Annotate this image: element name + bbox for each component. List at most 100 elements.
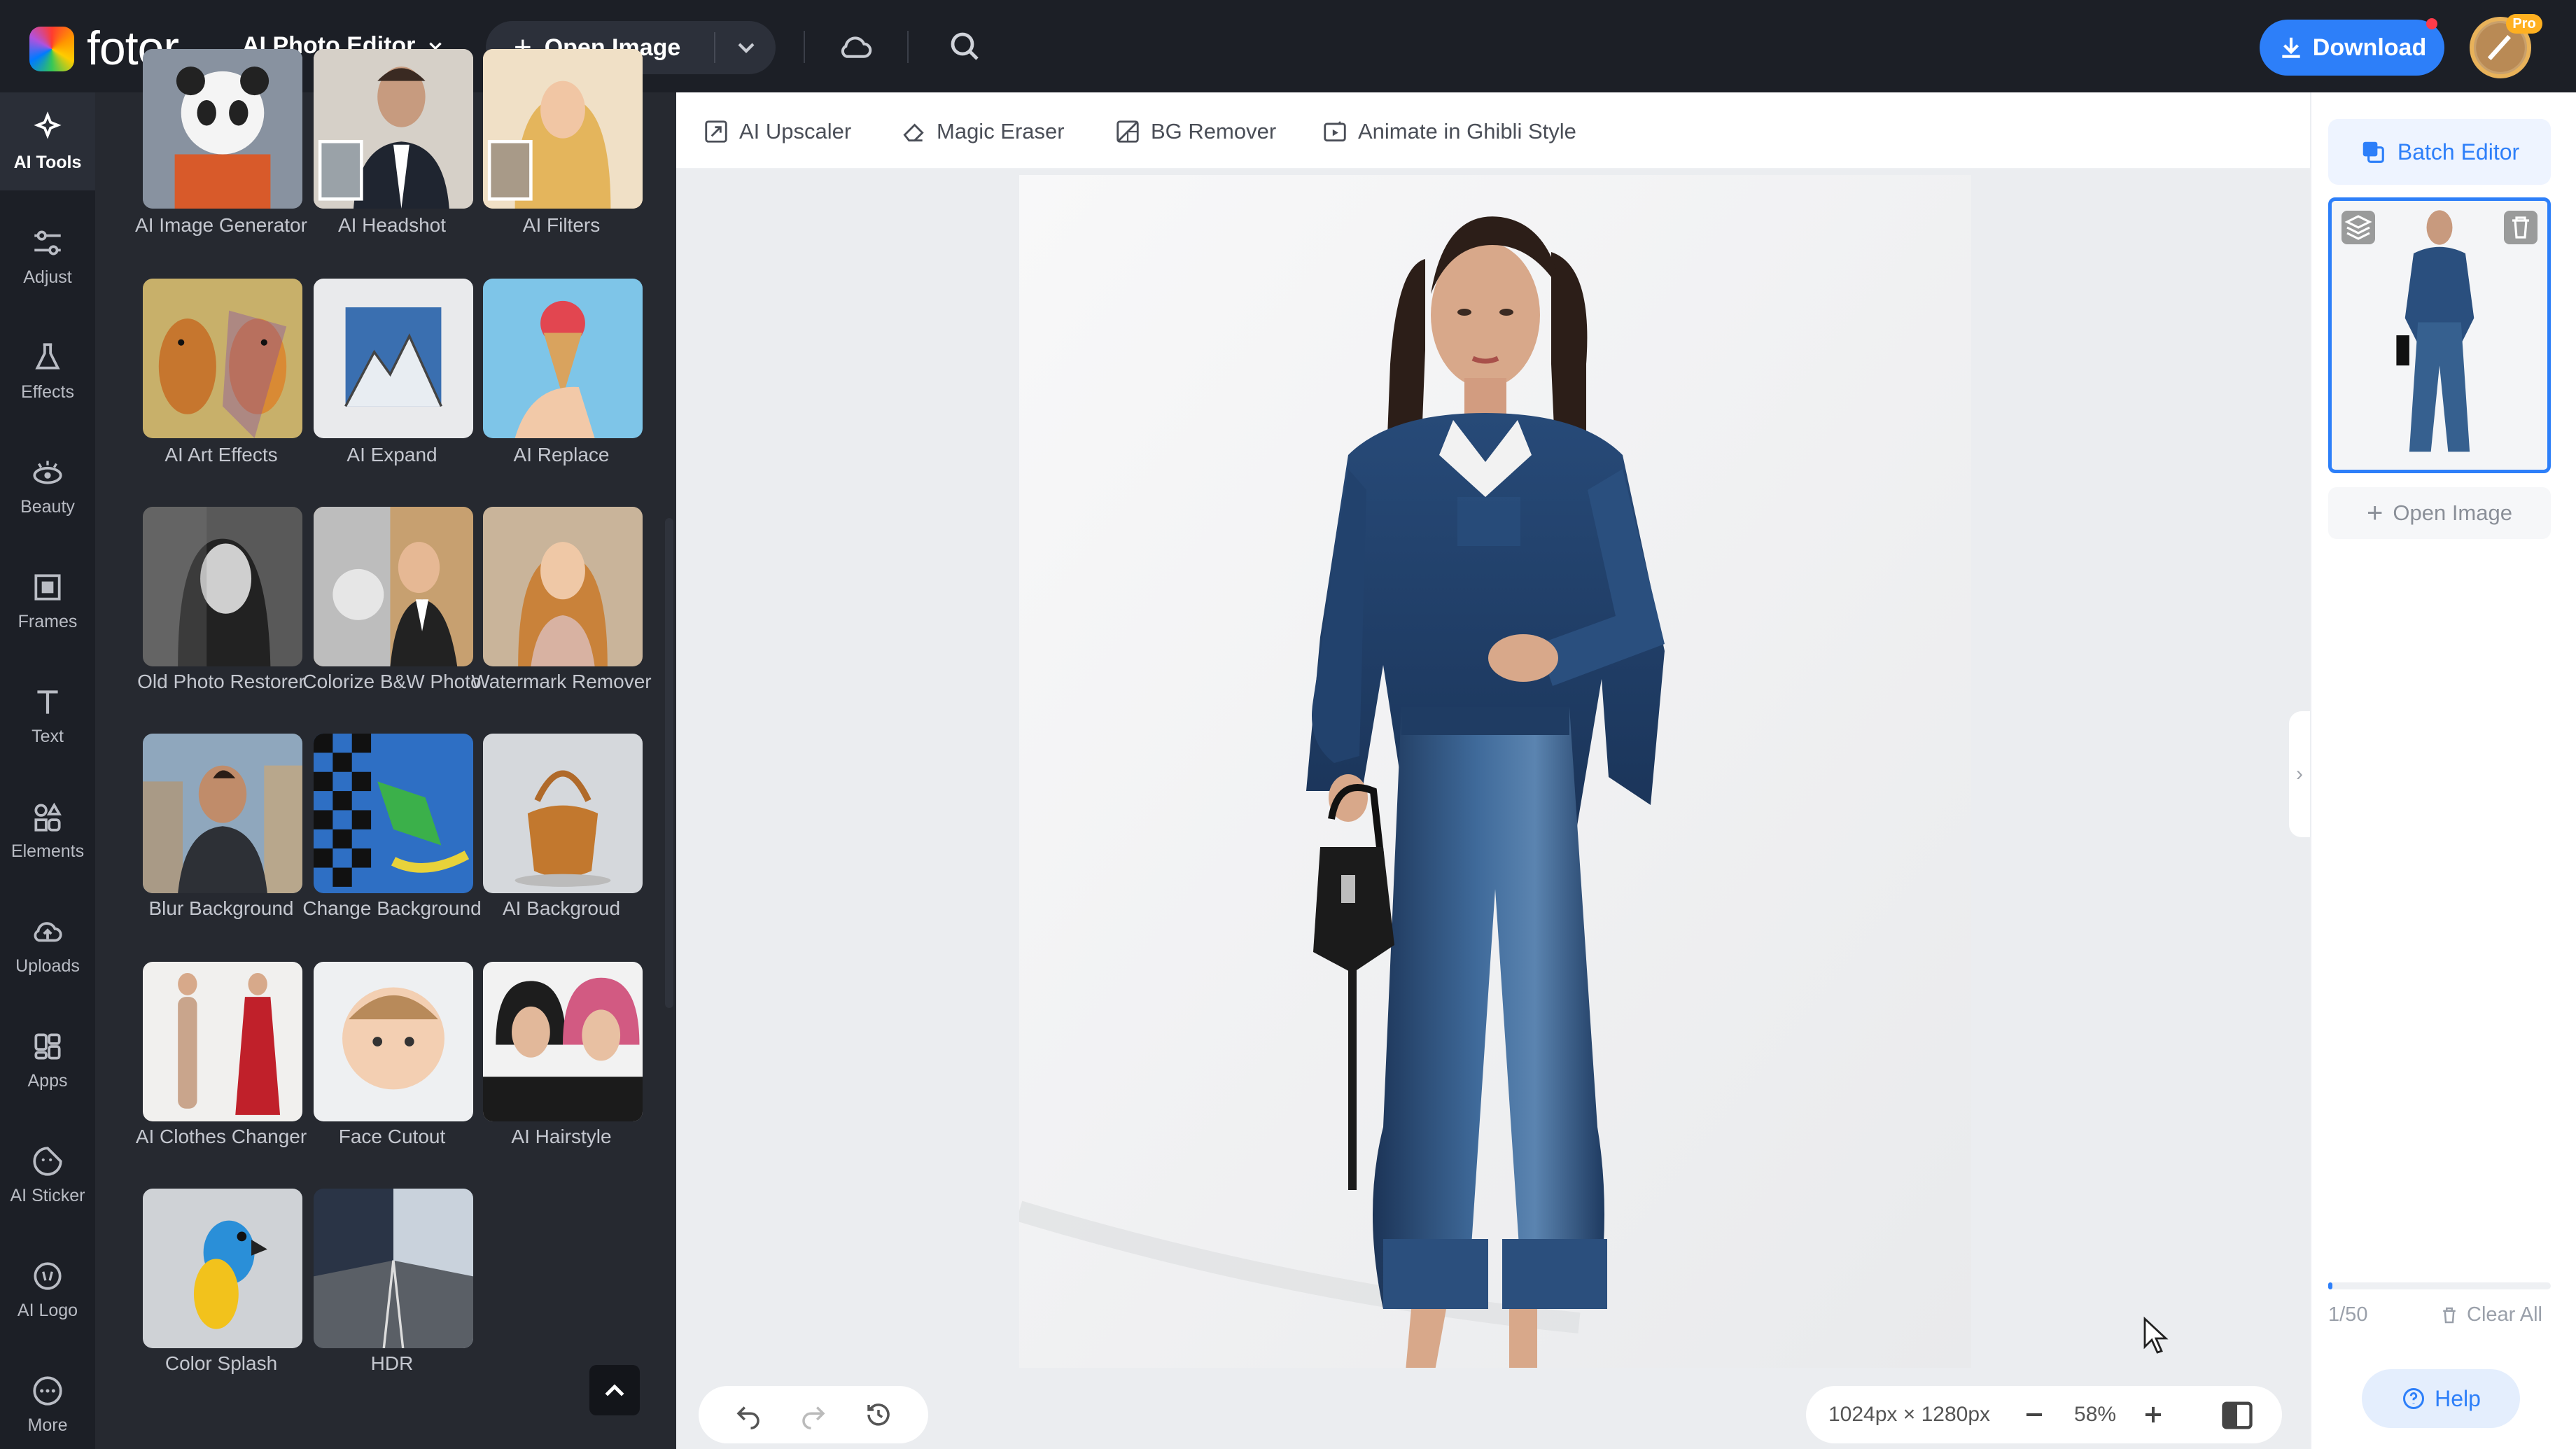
sticker-icon [33, 1146, 62, 1176]
eraser-icon [903, 123, 924, 142]
layers-icon[interactable] [2342, 211, 2375, 244]
tool-hdr[interactable] [314, 1189, 473, 1348]
tool-ai-replace[interactable] [483, 279, 643, 438]
change-thumb [314, 734, 473, 893]
tool-label: Colorize B&W Photo [302, 671, 482, 692]
ai-upscaler-button[interactable]: AI Upscaler [703, 116, 851, 147]
download-button[interactable]: Download [2260, 20, 2444, 76]
tool-ai-clothes-changer[interactable] [143, 962, 302, 1121]
upload-progress [2328, 1282, 2551, 1289]
add-image-label: Open Image [2393, 500, 2512, 525]
tool-ai-hairstyle[interactable] [483, 962, 643, 1121]
progress-fill [2328, 1282, 2333, 1289]
redo-icon[interactable] [799, 1400, 828, 1429]
tool-change-background[interactable] [314, 734, 473, 893]
undo-icon[interactable] [734, 1400, 763, 1429]
chevron-right-icon: › [2296, 762, 2303, 785]
zoom-controls: 1024px × 1280px 58% [1806, 1386, 2282, 1443]
rail-item-more[interactable]: More [0, 1355, 95, 1449]
bg-remover-button[interactable]: BG Remover [1114, 116, 1276, 147]
tool-blur-background[interactable] [143, 734, 302, 893]
more-icon [33, 1376, 62, 1406]
tool-label: Change Background [302, 897, 482, 919]
tool-label: Watermark Remover [471, 671, 652, 692]
rail-item-ai-sticker[interactable]: AI Sticker [0, 1126, 95, 1224]
history-controls [699, 1386, 928, 1443]
left-rail: AI Tools Adjust Effects Beauty Frames Te… [0, 92, 95, 1449]
clear-all-button[interactable]: Clear All [2439, 1303, 2542, 1326]
rail-label: AI Tools [13, 152, 82, 172]
expand-right-panel-button[interactable]: › [2289, 711, 2310, 837]
fotor-logo-icon[interactable] [29, 27, 74, 71]
rail-item-beauty[interactable]: Beauty [0, 437, 95, 535]
apps-icon [34, 1032, 61, 1060]
rail-item-elements[interactable]: Elements [0, 781, 95, 879]
logo-icon [34, 1261, 62, 1290]
tool-old-photo-restorer[interactable] [143, 507, 302, 666]
tool-colorize-bw-photo[interactable] [314, 507, 473, 666]
magic-eraser-button[interactable]: Magic Eraser [900, 116, 1065, 147]
image-thumbnail[interactable] [2328, 197, 2551, 473]
flask-icon [35, 342, 60, 369]
rail-label: Effects [21, 382, 74, 402]
batch-icon [2362, 141, 2384, 163]
tool-label: Color Splash [164, 1352, 278, 1374]
tool-label: AI Replace [513, 444, 610, 465]
clear-all-label: Clear All [2467, 1303, 2542, 1326]
tool-ai-filters[interactable] [483, 49, 643, 209]
bg-remover-icon [1116, 120, 1139, 143]
tool-ai-backgroud[interactable] [483, 734, 643, 893]
rail-item-text[interactable]: Text [0, 666, 95, 764]
rail-item-apps[interactable]: Apps [0, 1011, 95, 1109]
tool-label: Old Photo Restorer [137, 671, 305, 692]
batch-editor-label: Batch Editor [2397, 139, 2520, 164]
baby-thumb [314, 962, 473, 1121]
trash-icon[interactable] [2504, 211, 2538, 244]
canvas-dimensions: 1024px × 1280px [1828, 1403, 1991, 1426]
zoom-out-icon[interactable] [2021, 1401, 2047, 1428]
tool-ai-expand[interactable] [314, 279, 473, 438]
tool-label: AI Art Effects [164, 444, 278, 465]
tool-label: Animate in Ghibli Style [1358, 119, 1576, 144]
tool-label: AI Hairstyle [511, 1126, 612, 1147]
headshot-thumb [314, 49, 473, 209]
photo-canvas[interactable] [1019, 175, 1971, 1368]
animate-ghibli-button[interactable]: Animate in Ghibli Style [1322, 116, 1576, 147]
compare-icon[interactable] [2219, 1397, 2255, 1434]
tool-label: Face Cutout [338, 1126, 446, 1147]
help-label: Help [2435, 1385, 2481, 1411]
tool-color-splash[interactable] [143, 1189, 302, 1348]
tool-ai-headshot[interactable] [314, 49, 473, 209]
help-icon [2403, 1388, 2425, 1409]
help-button[interactable]: Help [2362, 1369, 2520, 1428]
tool-ai-image-generator[interactable] [143, 49, 302, 209]
batch-editor-button[interactable]: Batch Editor [2328, 119, 2551, 185]
zoom-in-icon[interactable] [2140, 1401, 2166, 1428]
search-icon[interactable] [948, 29, 981, 63]
scroll-to-top-button[interactable] [589, 1365, 640, 1415]
rail-item-uploads[interactable]: Uploads [0, 896, 95, 994]
tool-face-cutout[interactable] [314, 962, 473, 1121]
panel-scrollbar[interactable] [665, 98, 673, 1428]
rail-item-ai-tools[interactable]: AI Tools [0, 92, 95, 190]
rail-item-effects[interactable]: Effects [0, 322, 95, 420]
rail-item-ai-logo[interactable]: AI Logo [0, 1240, 95, 1338]
mountain-thumb [314, 279, 473, 438]
chevron-down-icon[interactable] [732, 34, 760, 62]
add-image-button[interactable]: + Open Image [2328, 487, 2551, 539]
parrot-thumb [143, 1189, 302, 1348]
cloud-icon[interactable] [837, 29, 875, 62]
clothes-thumb [143, 962, 302, 1121]
rail-label: More [27, 1415, 68, 1435]
zoom-level[interactable]: 58% [2074, 1403, 2116, 1427]
upscale-icon [705, 120, 727, 143]
woman-in-denim-image [1019, 175, 1971, 1368]
rail-item-adjust[interactable]: Adjust [0, 207, 95, 305]
rail-label: Elements [10, 841, 85, 861]
rail-item-frames[interactable]: Frames [0, 552, 95, 650]
tool-watermark-remover[interactable] [483, 507, 643, 666]
bag-thumb [483, 734, 643, 893]
tool-ai-art-effects[interactable] [143, 279, 302, 438]
history-icon[interactable] [864, 1400, 893, 1429]
colorize-thumb [314, 507, 473, 666]
